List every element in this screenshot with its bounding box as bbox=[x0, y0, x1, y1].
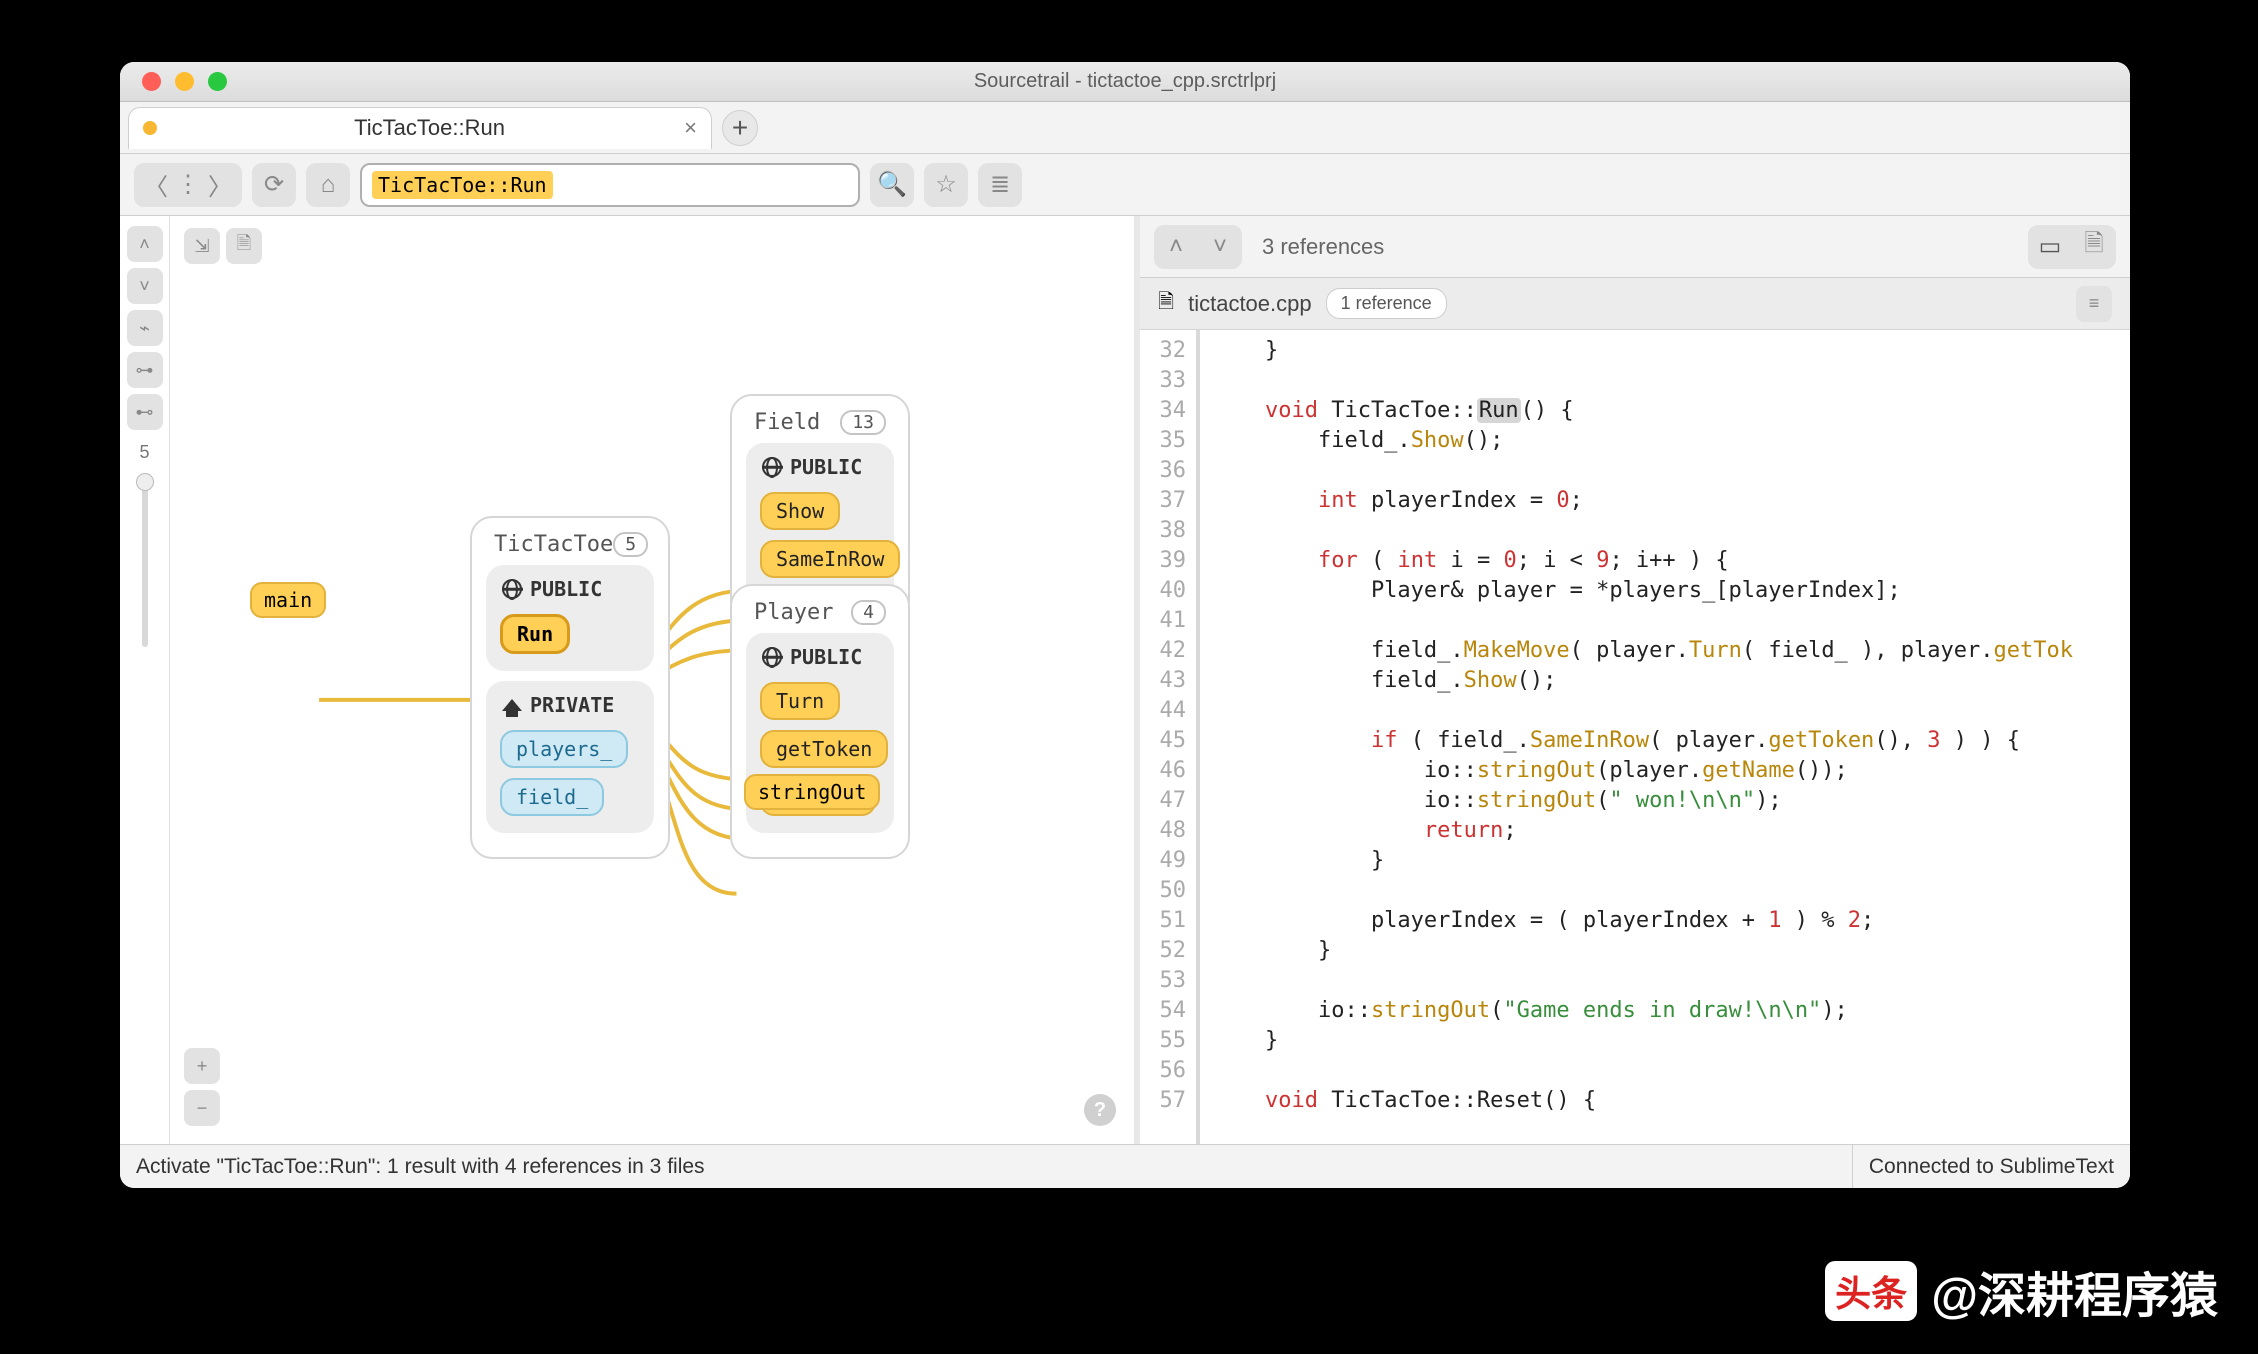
zoom-in-button[interactable]: + bbox=[184, 1048, 220, 1084]
file-references[interactable]: 1 reference bbox=[1326, 288, 1447, 319]
file-icon[interactable]: 🗎 bbox=[226, 228, 262, 264]
watermark-logo: 头条 bbox=[1825, 1261, 1917, 1321]
fit-icon[interactable]: ⇲ bbox=[184, 228, 220, 264]
method-gettoken[interactable]: getToken bbox=[760, 730, 888, 768]
line-gutter: 32 33 34 35 36 37 38 39 40 41 42 43 44 4… bbox=[1140, 330, 1200, 1144]
class-name: Field bbox=[754, 410, 820, 435]
bookmark-button[interactable]: ☆ bbox=[924, 163, 968, 207]
globe-icon bbox=[762, 457, 782, 477]
node-main[interactable]: main bbox=[250, 582, 326, 618]
app-window: Sourcetrail - tictactoe_cpp.srctrlprj Ti… bbox=[120, 62, 2130, 1188]
class-name: Player bbox=[754, 600, 833, 625]
tab-active[interactable]: TicTacToe::Run × bbox=[128, 107, 712, 149]
nav-history-button[interactable]: ⋮ bbox=[178, 163, 198, 207]
member-count: 4 bbox=[851, 600, 886, 625]
method-turn[interactable]: Turn bbox=[760, 682, 840, 720]
field-field[interactable]: field_ bbox=[500, 778, 604, 816]
tab-indicator-icon bbox=[143, 121, 157, 135]
view-snippet-button[interactable]: ▭ bbox=[2028, 225, 2072, 269]
home-button[interactable]: ⌂ bbox=[306, 163, 350, 207]
globe-icon bbox=[502, 579, 522, 599]
graph-sidebar: ˄ ˅ ⌁ ⊶ ⊷ 5 bbox=[120, 216, 170, 1144]
section-public: PUBLIC bbox=[530, 577, 602, 601]
field-players[interactable]: players_ bbox=[500, 730, 628, 768]
ref-prev-button[interactable]: ˄ bbox=[1154, 225, 1198, 269]
class-name: TicTacToe bbox=[494, 532, 613, 557]
code-panel: ˄ ˅ 3 references ▭ 🗎 🗎 tictactoe.cpp 1 r… bbox=[1140, 216, 2130, 1144]
toolbar: 〈 ⋮ 〉 ⟳ ⌂ TicTacToe::Run 🔍 ☆ ≣ bbox=[120, 154, 2130, 216]
section-public: PUBLIC bbox=[790, 455, 862, 479]
code-view[interactable]: 32 33 34 35 36 37 38 39 40 41 42 43 44 4… bbox=[1140, 330, 2130, 1144]
zoom-slider[interactable] bbox=[142, 477, 148, 647]
house-icon bbox=[502, 699, 522, 711]
zoom-level: 5 bbox=[139, 442, 149, 463]
tree-icon[interactable]: ⊶ bbox=[127, 352, 163, 388]
class-player[interactable]: Player4 PUBLIC Turn getToken getName bbox=[730, 584, 910, 859]
file-header: 🗎 tictactoe.cpp 1 reference ≡ bbox=[1140, 278, 2130, 330]
graph-canvas[interactable]: ⇲ 🗎 + − ? bbox=[170, 216, 1134, 1144]
tab-close-button[interactable]: × bbox=[684, 115, 697, 141]
close-window-button[interactable] bbox=[142, 72, 161, 91]
zoom-window-button[interactable] bbox=[208, 72, 227, 91]
view-file-button[interactable]: 🗎 bbox=[2072, 225, 2116, 269]
file-menu-button[interactable]: ≡ bbox=[2076, 286, 2112, 322]
code-lines: } void TicTacToe::Run() { field_.Show();… bbox=[1200, 330, 2130, 1144]
code-toolbar: ˄ ˅ 3 references ▭ 🗎 bbox=[1140, 216, 2130, 278]
member-count: 5 bbox=[613, 532, 648, 557]
add-tab-button[interactable]: + bbox=[722, 110, 758, 146]
nav-forward-button[interactable]: 〉 bbox=[198, 163, 242, 207]
method-sameinrow[interactable]: SameInRow bbox=[760, 540, 900, 578]
edit-path-icon[interactable]: ⌁ bbox=[127, 310, 163, 346]
func-stringout[interactable]: stringOut bbox=[744, 774, 880, 810]
file-name: tictactoe.cpp bbox=[1188, 291, 1312, 317]
refresh-button[interactable]: ⟳ bbox=[252, 163, 296, 207]
section-private: PRIVATE bbox=[530, 693, 614, 717]
collapse-icon[interactable]: ˄ bbox=[127, 226, 163, 262]
status-bar: Activate "TicTacToe::Run": 1 result with… bbox=[120, 1144, 2130, 1188]
file-icon: 🗎 bbox=[1158, 287, 1174, 321]
status-message: Activate "TicTacToe::Run": 1 result with… bbox=[136, 1155, 705, 1179]
tabbar: TicTacToe::Run × + bbox=[120, 102, 2130, 154]
method-run[interactable]: Run bbox=[500, 614, 570, 654]
globe-icon bbox=[762, 647, 782, 667]
watermark: 头条 @深耕程序猿 bbox=[1825, 1256, 2218, 1326]
status-connection: Connected to SublimeText bbox=[1869, 1155, 2114, 1179]
expand-icon[interactable]: ˅ bbox=[127, 268, 163, 304]
nav-back-button[interactable]: 〈 bbox=[134, 163, 178, 207]
window-title: Sourcetrail - tictactoe_cpp.srctrlprj bbox=[120, 70, 2130, 93]
member-count: 13 bbox=[840, 410, 886, 435]
method-show[interactable]: Show bbox=[760, 492, 840, 530]
class-tictactoe[interactable]: TicTacToe5 PUBLIC Run PRIVATE players_ f… bbox=[470, 516, 670, 859]
bookmarks-list-button[interactable]: ≣ bbox=[978, 163, 1022, 207]
minimize-window-button[interactable] bbox=[175, 72, 194, 91]
references-count: 3 references bbox=[1262, 234, 1384, 260]
tab-label: TicTacToe::Run bbox=[175, 115, 684, 141]
section-public: PUBLIC bbox=[790, 645, 862, 669]
search-value: TicTacToe::Run bbox=[372, 171, 553, 199]
graph-panel: ˄ ˅ ⌁ ⊶ ⊷ 5 ⇲ 🗎 + − ? bbox=[120, 216, 1140, 1144]
help-button[interactable]: ? bbox=[1084, 1094, 1116, 1126]
zoom-out-button[interactable]: − bbox=[184, 1090, 220, 1126]
ref-next-button[interactable]: ˅ bbox=[1198, 225, 1242, 269]
watermark-text: @深耕程序猿 bbox=[1931, 1256, 2218, 1326]
titlebar: Sourcetrail - tictactoe_cpp.srctrlprj bbox=[120, 62, 2130, 102]
search-input[interactable]: TicTacToe::Run bbox=[360, 163, 860, 207]
share-icon[interactable]: ⊷ bbox=[127, 394, 163, 430]
search-button[interactable]: 🔍 bbox=[870, 163, 914, 207]
